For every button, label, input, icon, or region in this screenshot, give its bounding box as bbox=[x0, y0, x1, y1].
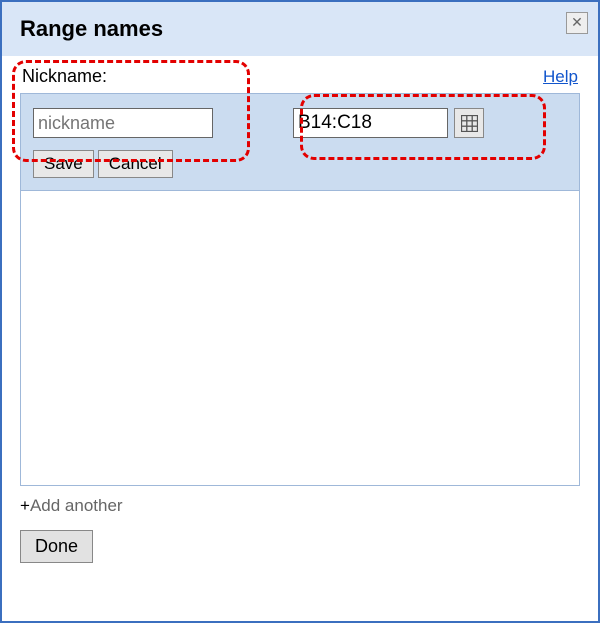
select-range-button[interactable] bbox=[454, 108, 484, 138]
edit-panel: Save Cancel bbox=[20, 93, 580, 191]
range-list bbox=[20, 191, 580, 486]
cancel-button[interactable]: Cancel bbox=[98, 150, 173, 178]
dialog-content: Nickname: Help bbox=[2, 56, 598, 620]
close-icon: ✕ bbox=[571, 14, 583, 30]
titlebar: Range names ✕ bbox=[2, 2, 598, 56]
grid-icon bbox=[461, 115, 478, 132]
input-row bbox=[33, 108, 567, 138]
add-another-label: Add another bbox=[30, 496, 123, 515]
range-input[interactable] bbox=[293, 108, 448, 138]
done-button[interactable]: Done bbox=[20, 530, 93, 563]
close-button[interactable]: ✕ bbox=[566, 12, 588, 34]
plus-icon: + bbox=[20, 496, 30, 515]
help-link[interactable]: Help bbox=[543, 67, 578, 87]
dialog-title: Range names bbox=[20, 16, 580, 42]
nickname-label: Nickname: bbox=[22, 66, 107, 87]
nickname-input[interactable] bbox=[33, 108, 213, 138]
label-row: Nickname: Help bbox=[20, 66, 580, 87]
button-row: Save Cancel bbox=[33, 150, 567, 178]
range-group bbox=[293, 108, 484, 138]
range-names-dialog: Range names ✕ Nickname: Help bbox=[0, 0, 600, 623]
save-button[interactable]: Save bbox=[33, 150, 94, 178]
add-another-link[interactable]: +Add another bbox=[20, 496, 580, 516]
